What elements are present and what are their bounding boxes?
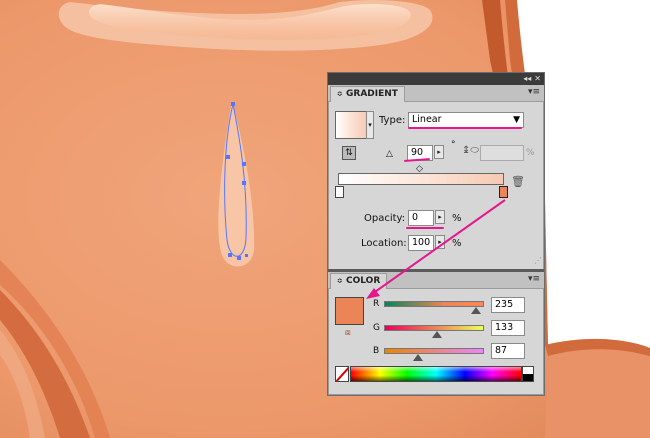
artwork-canvas [0,0,650,438]
angle-stepper[interactable]: ▸ [434,145,444,159]
aspect-ratio-icon: ↨⬭ [462,145,479,156]
red-value-field[interactable]: 235 [491,297,525,313]
location-stepper[interactable]: ▸ [435,235,445,249]
tab-gradient[interactable]: ≎ GRADIENT [330,86,405,102]
gradient-tab-row: ≎ GRADIENT ▾≡ [328,85,544,102]
location-label: Location: [361,238,407,249]
location-field[interactable]: 100 [408,235,434,251]
black-white-swatch[interactable] [522,366,534,382]
channel-label-r: R [373,299,380,309]
channel-label-g: G [373,323,380,333]
type-value: Linear [412,114,442,125]
panel-menu-icon[interactable]: ▾≡ [528,87,540,97]
annotation-underline-opacity [406,227,444,229]
color-tab-row: ≎ COLOR ▾≡ [328,272,544,289]
channel-label-b: B [373,346,380,356]
aspect-percent: % [526,148,535,158]
tab-arrow-icon: ≎ [337,277,343,285]
panel-titlebar: ◂◂ ✕ [328,73,544,85]
gradient-swatch-dropdown[interactable]: ▾ [366,111,374,139]
opacity-stepper[interactable]: ▸ [435,210,445,224]
reverse-gradient-icon[interactable]: ⇅ [342,146,356,160]
opacity-value: 0 [412,212,419,223]
red-value: 235 [495,299,514,310]
type-label: Type: [379,115,406,126]
degree-symbol: ° [451,140,456,150]
location-unit: % [452,238,462,249]
tab-color[interactable]: ≎ COLOR [330,273,388,289]
color-panel-menu-icon[interactable]: ▾≡ [528,274,540,284]
type-select[interactable]: Linear ▼ [408,112,524,128]
color-stop-left[interactable] [335,186,344,198]
gradient-slider[interactable] [338,173,504,185]
opacity-field[interactable]: 0 [408,210,434,226]
blue-slider[interactable] [384,348,484,354]
fill-color-swatch[interactable] [335,297,364,325]
red-slider[interactable] [384,301,484,307]
location-value: 100 [412,237,431,248]
collapse-icon[interactable]: ◂◂ [523,73,531,85]
resize-grip-icon[interactable]: ⋰ [534,256,542,265]
trash-icon[interactable]: 🗑 [511,175,525,188]
gradient-color-panel: ◂◂ ✕ ≎ GRADIENT ▾≡ ▾ Type: Linear ▼ ⇅ △ … [327,72,545,396]
blue-value: 87 [495,345,508,356]
opacity-unit: % [452,213,462,224]
green-value-field[interactable]: 133 [491,320,525,336]
opacity-label: Opacity: [364,213,406,224]
red-slider-thumb[interactable] [471,307,481,314]
chevron-down-icon: ▼ [513,115,520,125]
angle-icon: △ [386,149,393,159]
green-value: 133 [495,322,514,333]
color-stop-right[interactable] [499,186,508,198]
green-slider-thumb[interactable] [432,331,442,338]
annotation-underline-type [408,127,522,129]
gradient-tab-label: GRADIENT [346,89,398,99]
blue-value-field[interactable]: 87 [491,343,525,359]
color-spectrum-ramp[interactable] [350,366,522,382]
angle-value: 90 [411,147,424,158]
none-color-swatch[interactable] [335,366,349,382]
blue-slider-thumb[interactable] [413,354,423,361]
tab-arrow-icon: ≎ [337,90,343,98]
gradient-preview-swatch[interactable] [335,111,367,139]
out-of-gamut-icon[interactable]: ⧈ [345,328,351,338]
aspect-ratio-field[interactable] [480,145,524,161]
close-icon[interactable]: ✕ [534,73,541,85]
color-tab-label: COLOR [346,276,381,286]
